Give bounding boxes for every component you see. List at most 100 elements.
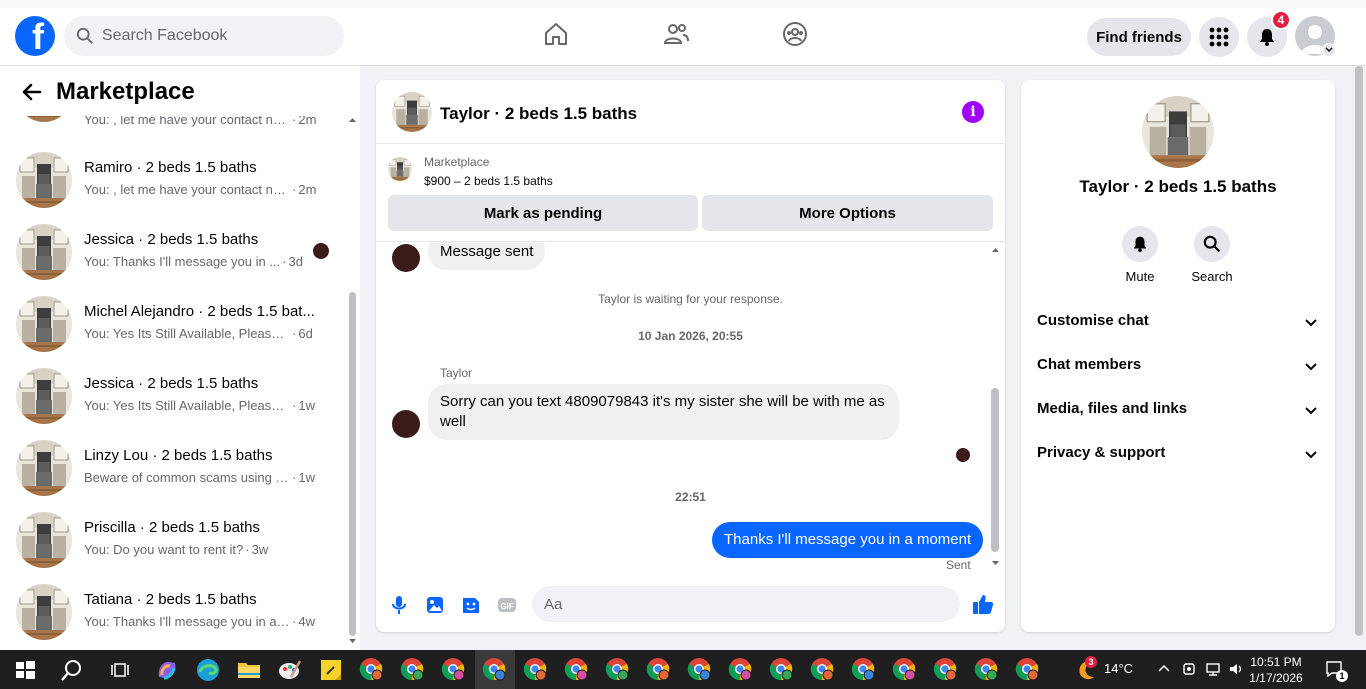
gif-icon[interactable]: GIF [496, 594, 518, 616]
account-menu-caret[interactable] [1322, 43, 1336, 57]
chrome-profile-icon[interactable] [892, 657, 916, 681]
find-friends-button[interactable]: Find friends [1087, 18, 1191, 56]
message-timestamp: 22:51 [675, 490, 706, 504]
edge-icon[interactable] [195, 657, 221, 683]
chrome-profile-icon[interactable] [974, 657, 998, 681]
chat-panel: Taylor · 2 beds 1.5 baths i Marketplace … [376, 80, 1005, 632]
scrollbar-thumb[interactable] [1355, 66, 1363, 636]
chrome-profile-icon[interactable] [646, 657, 670, 681]
chrome-profile-icon[interactable] [933, 657, 957, 681]
message-status: Sent [946, 558, 971, 572]
profile-thumbnail[interactable] [1142, 96, 1214, 168]
listing-thumbnail[interactable] [388, 157, 412, 181]
preview-text: You: Thanks I'll message you in ... [84, 254, 281, 269]
taskbar-search-icon[interactable] [59, 657, 85, 683]
conversation-time: 2m [298, 182, 317, 197]
message-input-box[interactable] [532, 586, 960, 622]
preview-text: You: Yes Its Still Available, Please Se.… [84, 326, 290, 341]
preview-text: You: Thanks I'll message you in a ... [84, 614, 290, 629]
task-view-icon[interactable] [107, 657, 133, 683]
volume-icon[interactable] [1228, 661, 1244, 677]
clock[interactable]: 10:51 PM 1/17/2026 [1246, 654, 1306, 686]
conversation-item[interactable]: Tatiana · 2 beds 1.5 baths You: Thanks I'… [0, 576, 345, 648]
chat-avatar[interactable] [392, 92, 432, 132]
privacy-support-row[interactable]: Privacy & support [1021, 432, 1335, 476]
top-navigation: f Find friends 4 [0, 0, 1366, 66]
chevron-down-icon [1325, 47, 1333, 53]
page-title: Marketplace [56, 78, 195, 105]
message-input[interactable] [544, 595, 914, 613]
search-action[interactable]: Search [1182, 226, 1242, 284]
scrollbar-thumb[interactable] [349, 292, 356, 636]
message-bubble-incoming[interactable]: Sorry can you text 4809079843 it's my si… [428, 384, 899, 440]
chrome-profile-icon[interactable] [441, 657, 465, 681]
svg-text:GIF: GIF [500, 602, 513, 611]
search-input[interactable] [102, 27, 322, 45]
conversation-item[interactable]: Jessica · 2 beds 1.5 baths You: Thanks I'… [0, 216, 345, 288]
copilot-icon[interactable] [154, 657, 180, 683]
menu-grid-button[interactable] [1199, 17, 1239, 57]
chrome-profile-icon[interactable] [605, 657, 629, 681]
chrome-profile-icon[interactable] [810, 657, 834, 681]
read-receipt-avatar [956, 448, 970, 462]
conversation-name: Michel Alejandro · 2 beds 1.5 bat... [84, 303, 315, 320]
onedrive-icon[interactable] [1181, 661, 1197, 677]
chrome-profile-icon[interactable] [564, 657, 588, 681]
chat-title[interactable]: Taylor · 2 beds 1.5 baths [440, 104, 637, 124]
temperature[interactable]: 14°C [1104, 661, 1133, 676]
friends-icon[interactable] [662, 20, 690, 48]
chrome-profile-icon[interactable] [769, 657, 793, 681]
home-icon[interactable] [542, 20, 570, 48]
seen-avatar [313, 243, 329, 259]
conversation-item[interactable]: Jessica · 2 beds 1.5 baths You: Yes Its S… [0, 360, 345, 432]
customise-chat-row[interactable]: Customise chat [1021, 300, 1335, 344]
mute-action[interactable]: Mute [1110, 226, 1170, 284]
thumbs-up-icon[interactable] [971, 592, 995, 616]
conversation-preview: You: , let me have your contact nu... · 2m [84, 182, 316, 197]
windows-start-icon[interactable] [12, 657, 38, 683]
mark-as-pending-button[interactable]: Mark as pending [388, 195, 698, 231]
sticky-notes-icon[interactable] [318, 657, 344, 683]
sidebar-scrollbar[interactable] [345, 116, 360, 650]
network-icon[interactable] [1205, 661, 1221, 677]
section-label: Customise chat [1037, 312, 1149, 329]
back-arrow-icon[interactable] [20, 80, 44, 104]
groups-icon[interactable] [781, 20, 809, 48]
microphone-icon[interactable] [388, 594, 410, 616]
chat-members-row[interactable]: Chat members [1021, 344, 1335, 388]
chrome-profile-icon[interactable] [851, 657, 875, 681]
search-bar[interactable] [64, 16, 344, 56]
profile-name: Taylor · 2 beds 1.5 baths [1079, 177, 1277, 196]
facebook-logo[interactable]: f [15, 16, 55, 56]
chrome-profile-icon[interactable] [400, 657, 424, 681]
listing-thumbnail [16, 512, 72, 568]
chevron-down-icon [1305, 407, 1317, 415]
notification-center-badge: 1 [1336, 670, 1348, 682]
photo-icon[interactable] [424, 594, 446, 616]
file-explorer-icon[interactable] [236, 657, 262, 683]
chrome-profile-icon[interactable] [359, 657, 383, 681]
separator-dot: · [292, 398, 297, 413]
conversation-item[interactable]: Michel Alejandro · 2 beds 1.5 bat... You:… [0, 288, 345, 360]
chrome-profile-icon[interactable] [687, 657, 711, 681]
chrome-profile-icon[interactable] [728, 657, 752, 681]
paint-icon[interactable] [277, 657, 303, 683]
message-bubble-outgoing[interactable]: Thanks I'll message you in a moment [712, 522, 984, 558]
chrome-profile-icon[interactable] [482, 657, 506, 681]
conversation-time: 6d [298, 326, 313, 341]
media-files-links-row[interactable]: Media, files and links [1021, 388, 1335, 432]
more-options-button[interactable]: More Options [702, 195, 993, 231]
chat-scrollbar[interactable] [988, 242, 1003, 572]
conversation-item[interactable]: Linzy Lou · 2 beds 1.5 baths Beware of co… [0, 432, 345, 504]
conversation-item[interactable]: Ramiro · 2 beds 1.5 baths You: , let me h… [0, 144, 345, 216]
chrome-profile-icon[interactable] [523, 657, 547, 681]
menu-grid-icon [1209, 27, 1229, 47]
section-label: Privacy & support [1037, 444, 1166, 461]
chrome-profile-icon[interactable] [1015, 657, 1039, 681]
page-scrollbar[interactable] [1351, 66, 1366, 650]
info-icon[interactable]: i [962, 101, 984, 123]
conversation-item[interactable]: Priscilla · 2 beds 1.5 baths You: Do you … [0, 504, 345, 576]
scrollbar-thumb[interactable] [991, 388, 999, 552]
sticker-icon[interactable] [460, 594, 482, 616]
chevron-up-icon[interactable] [1156, 661, 1172, 677]
